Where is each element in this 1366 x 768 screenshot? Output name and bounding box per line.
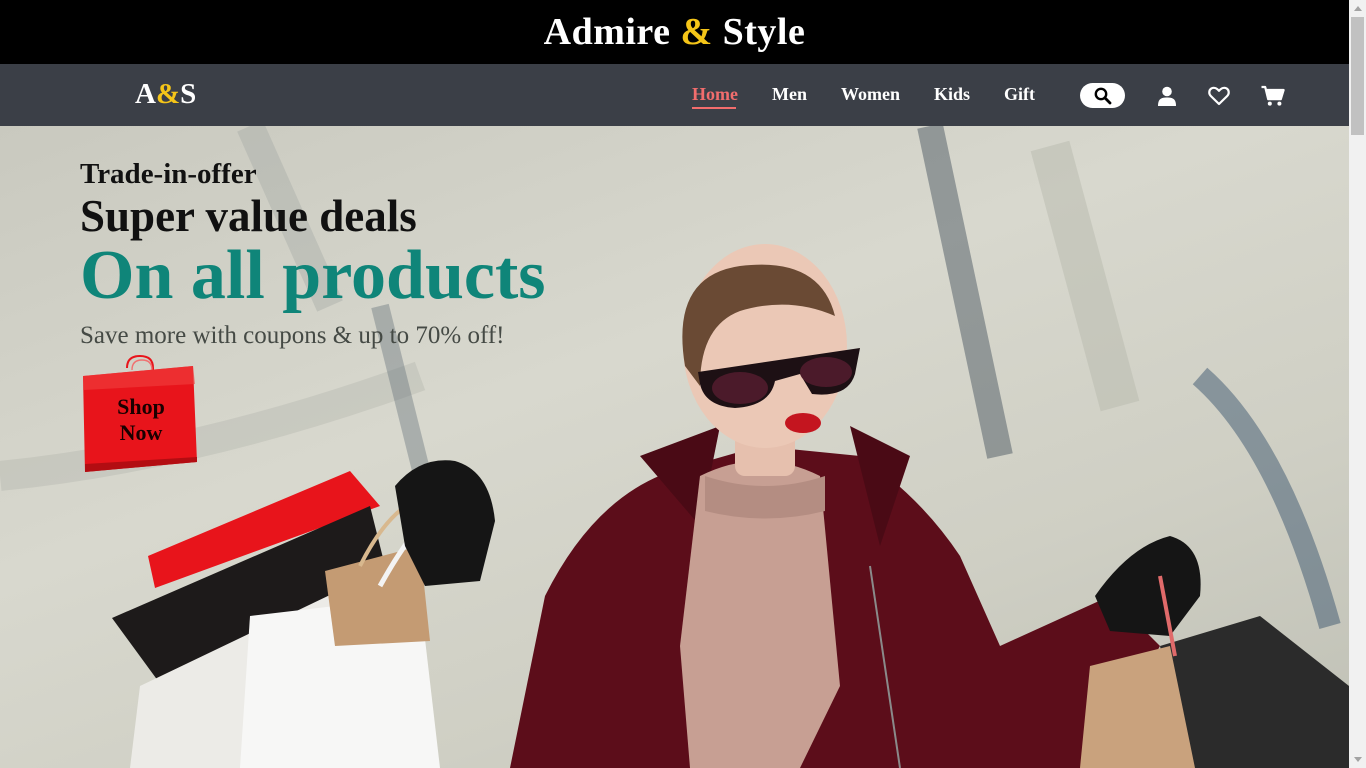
user-icon — [1158, 86, 1176, 106]
logo-ampersand: & — [155, 78, 181, 110]
site-title-part2: Style — [712, 11, 806, 53]
nav-link-women[interactable]: Women — [841, 84, 900, 105]
search-icon — [1094, 87, 1111, 104]
cart-button[interactable] — [1261, 84, 1285, 108]
logo-letter-a: A — [135, 78, 156, 110]
scroll-up-button[interactable] — [1349, 0, 1366, 17]
navbar: A&S Home Men Women Kids Gift — [0, 64, 1349, 126]
hero-section: Trade-in-offer Super value deals On all … — [0, 126, 1349, 768]
scroll-thumb[interactable] — [1351, 17, 1364, 135]
top-banner: Admire & Style — [0, 0, 1349, 64]
site-title-part1: Admire — [543, 11, 681, 53]
shop-now-button[interactable]: Shop Now — [80, 354, 200, 474]
shop-now-line2: Now — [119, 420, 163, 445]
hero-subtext: Save more with coupons & up to 70% off! — [80, 322, 505, 349]
site-title-ampersand: & — [680, 11, 713, 53]
page-scrollbar[interactable] — [1349, 0, 1366, 768]
search-button[interactable] — [1080, 83, 1125, 108]
arrow-up-icon — [1353, 6, 1362, 11]
nav-link-men[interactable]: Men — [772, 84, 807, 105]
hero-kicker: Trade-in-offer — [80, 158, 257, 190]
nav-link-home[interactable]: Home — [692, 84, 738, 109]
arrow-down-icon — [1353, 757, 1362, 762]
logo-letter-s: S — [180, 78, 197, 110]
site-title: Admire & Style — [544, 10, 806, 54]
nav-links: Home Men Women Kids Gift — [692, 84, 1069, 109]
hero-headline-big: On all products — [80, 237, 546, 314]
wishlist-button[interactable] — [1207, 84, 1231, 108]
logo[interactable]: A&S — [135, 78, 196, 111]
nav-link-gift[interactable]: Gift — [1004, 84, 1035, 105]
account-button[interactable] — [1155, 84, 1179, 108]
shop-now-label: Shop Now — [100, 394, 182, 446]
nav-link-kids[interactable]: Kids — [934, 84, 970, 105]
heart-icon — [1208, 86, 1230, 106]
shop-now-line1: Shop — [117, 394, 165, 419]
scroll-down-button[interactable] — [1349, 751, 1366, 768]
cart-icon — [1261, 85, 1285, 106]
hero-headline: Super value deals — [80, 191, 417, 241]
